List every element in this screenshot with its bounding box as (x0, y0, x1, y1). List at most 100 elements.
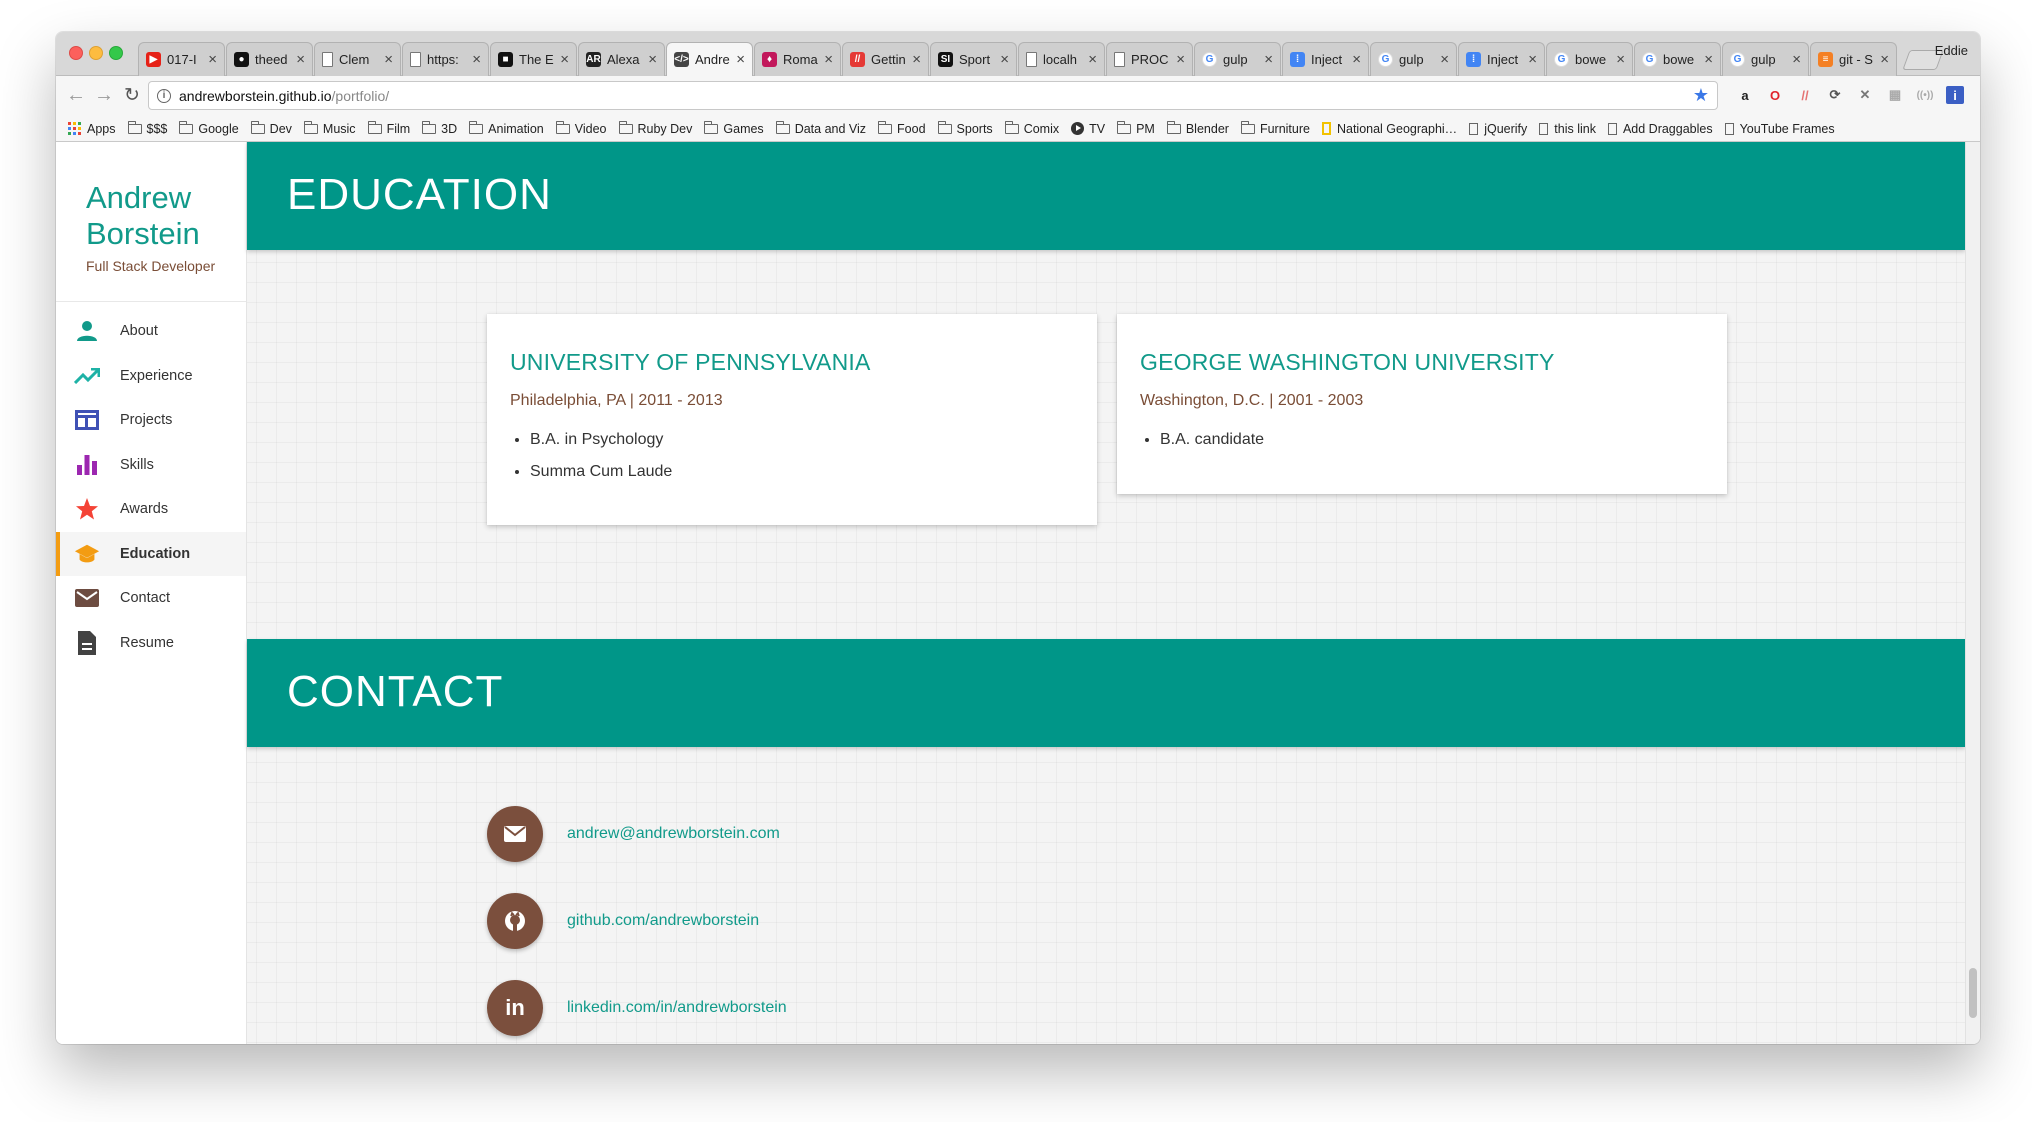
browser-tab[interactable]: Ggulp × (1194, 42, 1281, 76)
brand-first-name[interactable]: Andrew (86, 180, 246, 216)
bookmark-item[interactable]: Games (704, 120, 764, 136)
close-window-button[interactable] (69, 46, 83, 60)
sidebar-item-skills[interactable]: Skills (56, 443, 246, 488)
close-icon[interactable]: × (1088, 51, 1097, 68)
bookmark-item[interactable]: jQuerify (1469, 122, 1527, 136)
bookmark-item[interactable]: this link (1539, 122, 1596, 136)
zoom-window-button[interactable] (109, 46, 123, 60)
bookmark-item[interactable]: Data and Viz (775, 120, 866, 136)
close-icon[interactable]: × (1264, 51, 1273, 68)
close-icon[interactable]: × (1528, 51, 1537, 68)
browser-tab[interactable]: SI Sport × (930, 42, 1017, 76)
browser-tab[interactable]: ■ The E × (490, 42, 577, 76)
close-icon[interactable]: × (296, 51, 305, 68)
browser-tab[interactable]: Gbowe × (1634, 42, 1721, 76)
browser-tab[interactable]: Ggulp × (1370, 42, 1457, 76)
close-icon[interactable]: × (824, 51, 833, 68)
browser-tab[interactable]: PROC × (1106, 42, 1193, 76)
email-link[interactable]: andrew@andrewborstein.com (567, 825, 780, 843)
bookmark-item[interactable]: Video (555, 120, 607, 136)
close-icon[interactable]: × (736, 51, 745, 68)
browser-tab[interactable]: Clem × (314, 42, 401, 76)
brand-last-name[interactable]: Borstein (86, 216, 246, 252)
close-icon[interactable]: × (472, 51, 481, 68)
bookmark-item[interactable]: Google (179, 120, 239, 136)
close-icon[interactable]: × (560, 51, 569, 68)
envelope-icon[interactable] (487, 806, 543, 862)
info-extension-icon[interactable]: i (1946, 86, 1964, 104)
browser-tab[interactable]: ⁞ Inject × (1282, 42, 1369, 76)
sidebar-item-awards[interactable]: Awards (56, 487, 246, 532)
close-icon[interactable]: × (384, 51, 393, 68)
profile-name[interactable]: Eddie (1935, 43, 1968, 58)
close-icon[interactable]: × (1000, 51, 1009, 68)
browser-tab[interactable]: Ggulp × (1722, 42, 1809, 76)
address-bar[interactable]: i andrewborstein.github.io/portfolio/ ★ (148, 81, 1718, 110)
bookmark-item[interactable]: YouTube Frames (1724, 122, 1835, 136)
grid-extension-icon[interactable]: ▦ (1886, 86, 1904, 104)
back-button[interactable]: ← (64, 84, 88, 107)
browser-tab[interactable]: // Gettin × (842, 42, 929, 76)
bookmark-item[interactable]: Ruby Dev (618, 120, 692, 136)
bookmark-item[interactable]: 3D (422, 120, 457, 136)
browser-tab[interactable]: ⁞ Inject × (1458, 42, 1545, 76)
bookmark-item[interactable]: Blender (1166, 120, 1229, 136)
bookmark-item[interactable]: $$$ (127, 120, 167, 136)
close-icon[interactable]: × (912, 51, 921, 68)
bookmark-item[interactable]: Comix (1004, 120, 1059, 136)
close-icon[interactable]: × (1440, 51, 1449, 68)
bookmark-item[interactable]: Furniture (1240, 120, 1310, 136)
amazon-extension-icon[interactable]: a (1736, 86, 1754, 104)
close-icon[interactable]: × (1352, 51, 1361, 68)
bookmark-item[interactable]: National Geographi… (1321, 122, 1457, 136)
bookmark-item[interactable]: Sports (937, 120, 993, 136)
bookmark-item[interactable]: Animation (469, 120, 544, 136)
refresh-extension-icon[interactable]: ⟳ (1826, 86, 1844, 104)
github-link[interactable]: github.com/andrewborstein (567, 912, 759, 930)
forward-button[interactable]: → (92, 84, 116, 107)
browser-tab[interactable]: ▶ 017-I × (138, 42, 225, 76)
bookmark-item[interactable]: Add Draggables (1607, 122, 1713, 136)
browser-tab[interactable]: ● theed × (226, 42, 313, 76)
bookmark-item[interactable]: Food (878, 120, 926, 136)
page-scrollbar[interactable] (1965, 142, 1980, 1044)
radio-extension-icon[interactable]: ((•)) (1916, 86, 1934, 104)
close-icon[interactable]: × (1880, 51, 1889, 68)
github-icon[interactable] (487, 893, 543, 949)
scrollbar-thumb[interactable] (1969, 968, 1977, 1018)
opera-extension-icon[interactable]: O (1766, 86, 1784, 104)
linkedin-link[interactable]: linkedin.com/in/andrewborstein (567, 999, 787, 1017)
browser-tab[interactable]: ♦ Roma × (754, 42, 841, 76)
slash-extension-icon[interactable]: // (1796, 86, 1814, 104)
close-icon[interactable]: × (1704, 51, 1713, 68)
menu-dots-icon[interactable]: ⋮ (1976, 86, 1981, 104)
bookmark-item[interactable]: Music (303, 120, 356, 136)
minimize-window-button[interactable] (89, 46, 103, 60)
browser-tab[interactable]: Gbowe × (1546, 42, 1633, 76)
bookmark-item[interactable]: PM (1117, 120, 1155, 136)
sidebar-item-resume[interactable]: Resume (56, 621, 246, 666)
reload-button[interactable]: ↻ (120, 84, 144, 107)
bookmark-item[interactable]: Film (367, 120, 410, 136)
sidebar-item-projects[interactable]: Projects (56, 398, 246, 443)
browser-tab[interactable]: ≡ git - S × (1810, 42, 1897, 76)
close-icon[interactable]: × (1176, 51, 1185, 68)
close-icon[interactable]: × (208, 51, 217, 68)
sidebar-item-contact[interactable]: Contact (56, 576, 246, 621)
browser-tab[interactable]: </> Andre × (666, 42, 753, 76)
sidebar-item-education[interactable]: Education (56, 531, 246, 576)
close-icon[interactable]: × (648, 51, 657, 68)
close-icon[interactable]: × (1792, 51, 1801, 68)
bookmark-item[interactable]: TV (1071, 122, 1105, 136)
browser-tab[interactable]: AR Alexa × (578, 42, 665, 76)
bookmark-item[interactable]: Apps (68, 122, 116, 136)
bookmark-item[interactable]: Dev (250, 120, 292, 136)
tools-extension-icon[interactable]: ✕ (1856, 86, 1874, 104)
site-info-icon[interactable]: i (157, 88, 171, 103)
bookmark-star-icon[interactable]: ★ (1693, 85, 1709, 106)
browser-tab[interactable]: https: × (402, 42, 489, 76)
close-icon[interactable]: × (1616, 51, 1625, 68)
sidebar-item-experience[interactable]: Experience (56, 354, 246, 399)
sidebar-item-about[interactable]: About (56, 309, 246, 354)
linkedin-icon[interactable]: in (487, 980, 543, 1036)
